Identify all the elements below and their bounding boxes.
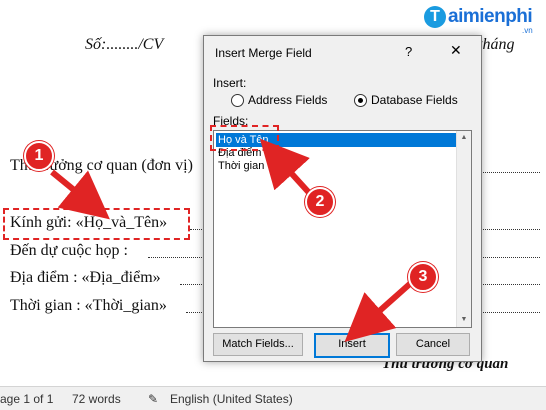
status-language[interactable]: English (United States) bbox=[170, 392, 293, 406]
status-page[interactable]: age 1 of 1 bbox=[0, 392, 53, 406]
step-badge-1: 1 bbox=[24, 141, 54, 171]
arrow-3 bbox=[344, 279, 414, 342]
status-words[interactable]: 72 words bbox=[72, 392, 121, 406]
proofing-icon[interactable]: ✎ bbox=[148, 392, 158, 406]
step-badge-2: 2 bbox=[305, 187, 335, 217]
status-bar: age 1 of 1 72 words ✎ English (United St… bbox=[0, 386, 546, 410]
annotation-arrows bbox=[50, 138, 414, 342]
arrow-1 bbox=[50, 169, 110, 220]
arrow-2 bbox=[259, 138, 315, 199]
step-badge-3: 3 bbox=[408, 262, 438, 292]
